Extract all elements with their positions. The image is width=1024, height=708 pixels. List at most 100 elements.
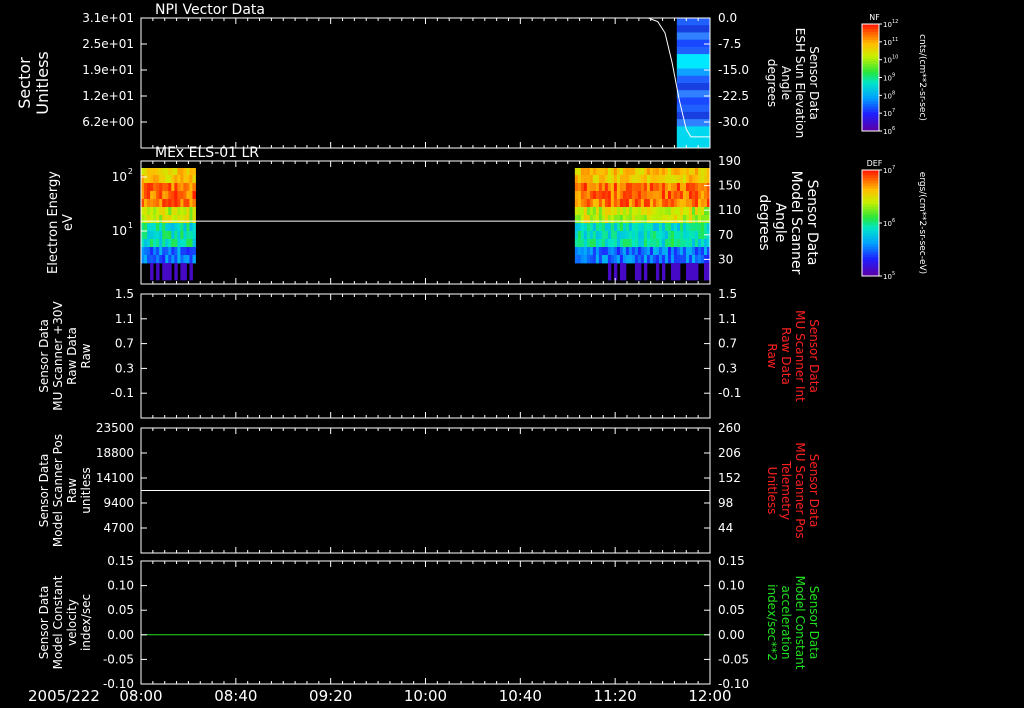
spectrogram-cell (658, 191, 663, 200)
left-axis-label-line: unitless (79, 467, 93, 513)
spectrogram-cell (574, 175, 579, 184)
spectrogram-cell (162, 168, 166, 176)
spectrogram-cell (703, 199, 708, 208)
spectrogram-cell (667, 207, 672, 216)
spectrogram-cell (622, 247, 627, 256)
spectrogram-cell (192, 183, 196, 192)
spectrogram-cell (670, 168, 675, 176)
spectrogram-cell (186, 223, 190, 232)
spectrogram-cell (595, 175, 600, 184)
spectrogram-cell (153, 231, 157, 240)
colorbar-tick-exponent: 9 (892, 73, 895, 79)
y-tick-label-right: 0.05 (718, 603, 745, 617)
spectrogram-cell (577, 215, 582, 224)
spectrogram-cell (634, 183, 639, 192)
spectrogram-cell (691, 168, 696, 176)
spectrogram-cell (165, 175, 169, 184)
spectrogram-cell (186, 239, 190, 248)
spectrogram-cell (685, 183, 690, 192)
spectrogram-cell (165, 223, 169, 232)
y-tick-label-right: 0.3 (718, 361, 737, 375)
spectrogram-cell (150, 247, 154, 256)
time-tick-label: 08:00 (119, 687, 162, 705)
spectrogram-cell (156, 255, 160, 264)
spectrogram-cell (649, 255, 654, 264)
spectrogram-cell (577, 191, 582, 200)
spectrogram-cell (685, 231, 690, 240)
spectrogram-cell (694, 255, 699, 264)
spectrogram-cell (183, 183, 187, 192)
spectrogram-cell (649, 175, 654, 184)
y-tick-label-left: 1.1 (115, 312, 134, 326)
spectrogram-cell (637, 191, 642, 200)
spectrogram-cell (700, 199, 705, 208)
spectrogram-cell (162, 215, 166, 224)
spectrogram-cell (661, 191, 666, 200)
spectrogram-cell (189, 255, 193, 264)
spectrogram-cell (171, 199, 175, 208)
spectrogram-cell (574, 207, 579, 216)
spectrogram-cell (577, 223, 582, 232)
spectrogram-cell (159, 247, 163, 256)
spectrogram-cell (631, 215, 636, 224)
spectrogram-cell (610, 183, 615, 192)
spectrogram-cell (643, 199, 648, 208)
y-tick-label-left: 1.9e+01 (82, 63, 134, 77)
spectrogram-cell (661, 255, 666, 264)
spectrogram-cell (628, 239, 633, 248)
spectrogram-cell (162, 263, 166, 281)
spectrogram-cell (619, 168, 624, 176)
spectrogram-cell (685, 207, 690, 216)
spectrogram-cell (589, 168, 594, 176)
spectrogram-cell (676, 75, 710, 84)
spectrogram-cell (580, 223, 585, 232)
spectrogram-cell (616, 239, 621, 248)
right-axis-label-line: Sensor Data (807, 586, 821, 660)
spectrogram-cell (625, 199, 630, 208)
panel-title: NPI Vector Data (155, 2, 265, 18)
spectrogram-cell (153, 247, 157, 256)
spectrogram-cell (652, 231, 657, 240)
spectrogram-cell (156, 239, 160, 248)
spectrogram-cell (147, 215, 151, 224)
spectrogram-cell (153, 215, 157, 224)
spectrogram-cell (679, 239, 684, 248)
colorbar-tick-exponent: 7 (892, 108, 895, 114)
y-tick-label-left: 9400 (103, 496, 134, 510)
spectrogram-cell (598, 255, 603, 264)
spectrogram-cell (676, 126, 710, 135)
spectrogram-cell (667, 183, 672, 192)
spectrogram-cell (574, 215, 579, 224)
spectrogram-cell (658, 247, 663, 256)
spectrogram-cell (186, 247, 190, 256)
spectrogram-cell (622, 263, 627, 281)
spectrogram-cell (679, 223, 684, 232)
panel-4: 23500 18800 14100 9400 4700 260 206 152 98 44 Sens… (37, 421, 821, 554)
spectrogram-cell (694, 199, 699, 208)
spectrogram-cell (664, 207, 669, 216)
spectrogram-cell (613, 247, 618, 256)
spectrogram-cell (637, 263, 642, 281)
spectrogram-cell (162, 247, 166, 256)
spectrogram-cell (147, 191, 151, 200)
spectrogram-cell (688, 263, 693, 281)
spectrogram-cell (174, 239, 178, 248)
spectrogram-cell (688, 239, 693, 248)
spectrogram-cell (697, 215, 702, 224)
left-axis-label: Sector Unitless (15, 51, 52, 115)
spectrogram-cell (601, 223, 606, 232)
panels-group: NPI Vector Data 3.1e+01 2.5e+01 1.9e+01 1.2e… (15, 2, 821, 691)
panel-frame (140, 293, 711, 419)
spectrogram-cell (658, 239, 663, 248)
right-axis-label-line: Sensor Data (807, 46, 821, 120)
spectrogram-cell (631, 183, 636, 192)
spectrogram-cell (150, 207, 154, 216)
spectrogram-cell (589, 199, 594, 208)
spectrogram-cell (610, 255, 615, 264)
spectrogram-cell (186, 215, 190, 224)
spectrogram-cell (574, 183, 579, 192)
spectrogram-cell (661, 175, 666, 184)
spectrogram-cell (661, 207, 666, 216)
date-label: 2005/222 (28, 687, 100, 705)
spectrogram-cell (664, 247, 669, 256)
